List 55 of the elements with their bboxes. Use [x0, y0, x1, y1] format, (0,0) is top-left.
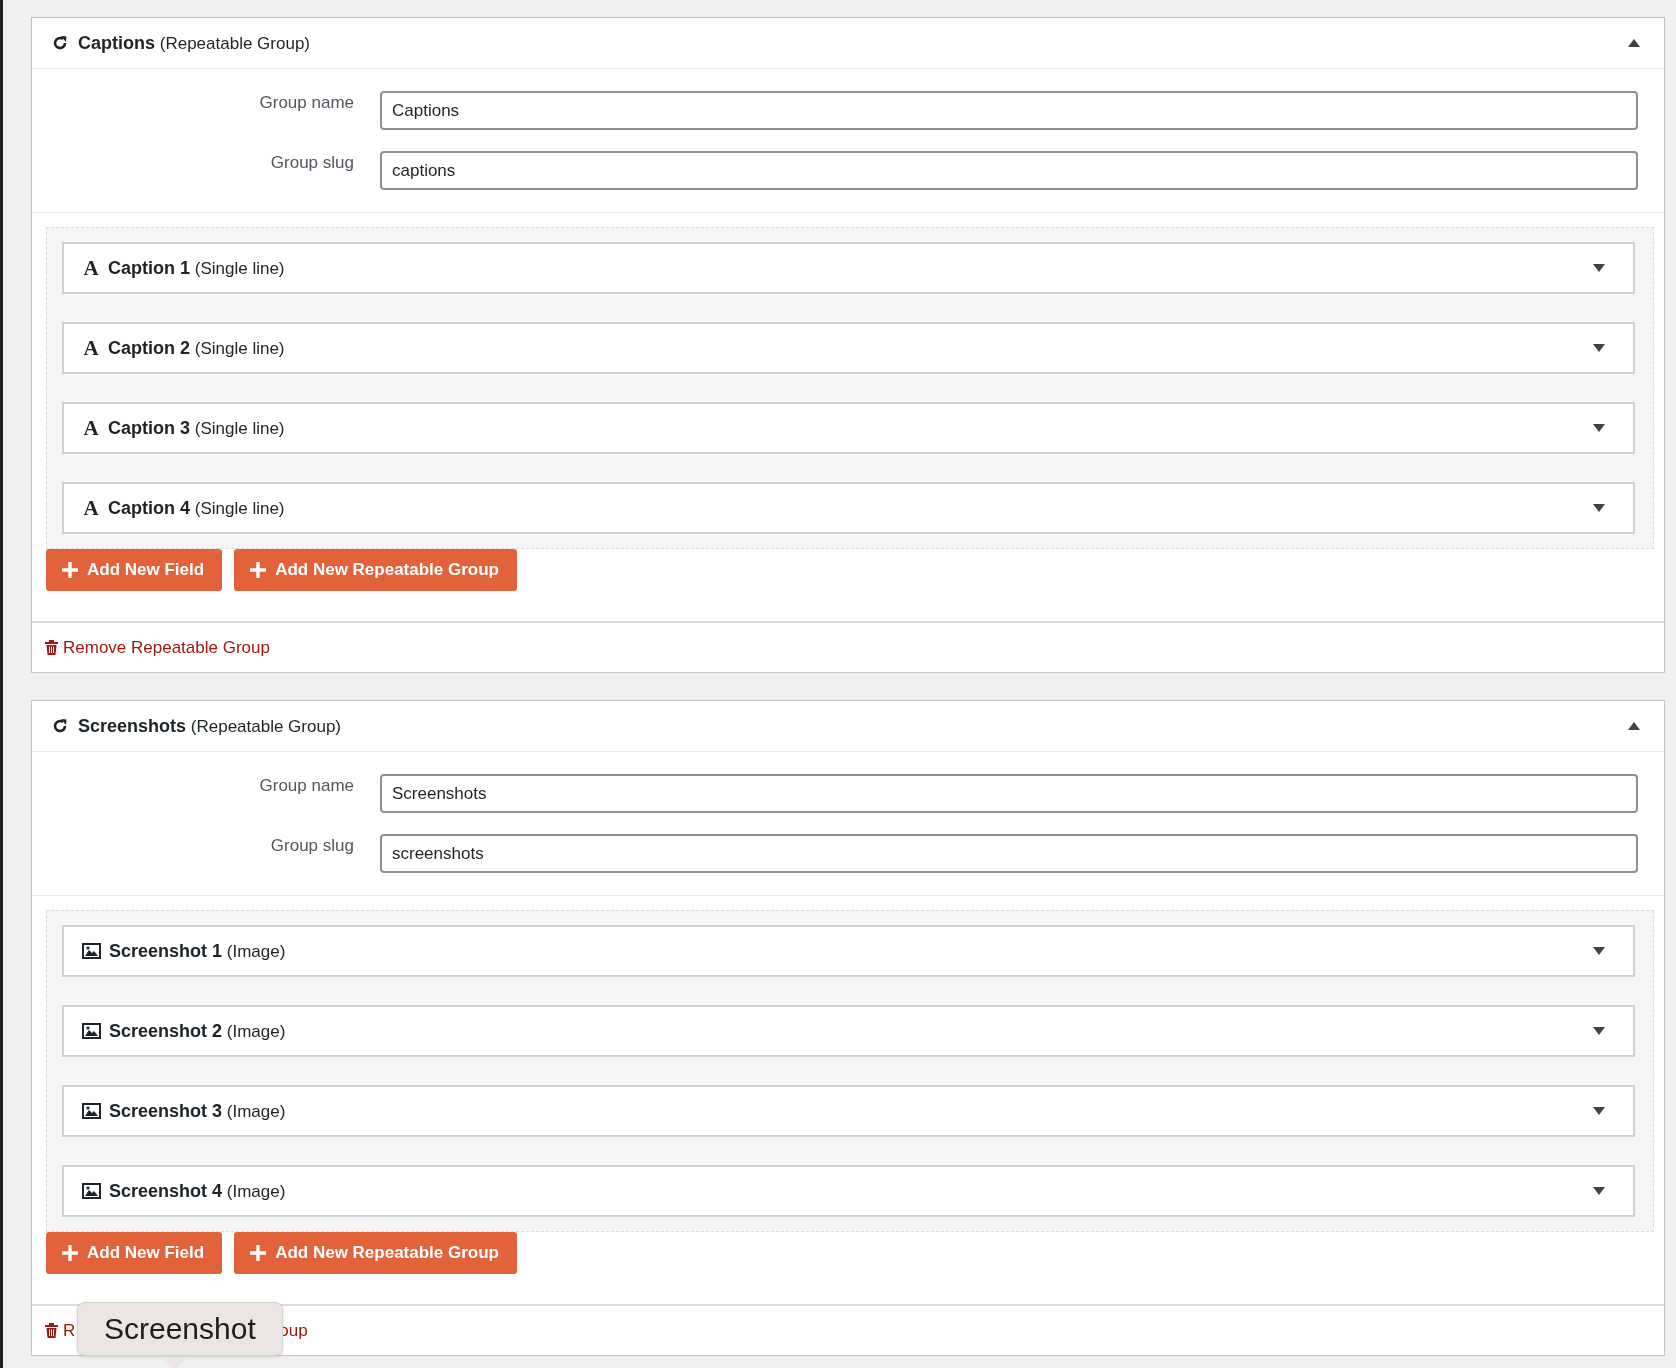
setting-label: Group name: [258, 92, 354, 113]
caret-up-icon[interactable]: [1628, 39, 1640, 47]
remove-group-link[interactable]: R: [63, 1320, 76, 1341]
trash-icon: [45, 640, 58, 655]
field-title: Caption 4 (Single line): [108, 497, 286, 519]
field-title: Caption 3 (Single line): [108, 417, 286, 439]
caret-down-icon[interactable]: [1593, 1107, 1605, 1115]
image-icon: [82, 1183, 101, 1199]
trash-icon: [45, 1323, 58, 1338]
tooltip: Screenshot: [77, 1302, 283, 1356]
field-row[interactable]: Screenshot 2 (Image): [62, 1005, 1635, 1057]
font-icon: A: [82, 415, 100, 441]
image-icon: [82, 1103, 101, 1119]
caret-down-icon[interactable]: [1593, 947, 1605, 955]
field-title: Caption 1 (Single line): [108, 257, 286, 279]
caret-down-icon[interactable]: [1593, 1187, 1605, 1195]
field-title: Screenshot 2 (Image): [109, 1020, 287, 1042]
plus-icon: [62, 562, 78, 578]
group-title: Captions (Repeatable Group): [78, 32, 311, 54]
caret-down-icon[interactable]: [1593, 344, 1605, 352]
setting-label: Group slug: [269, 835, 354, 856]
font-icon: A: [82, 495, 100, 521]
text-field[interactable]: screenshots: [380, 834, 1638, 873]
field-row[interactable]: Screenshot 3 (Image): [62, 1085, 1635, 1137]
font-icon: A: [82, 335, 100, 361]
field-title: Screenshot 4 (Image): [109, 1180, 287, 1202]
field-row[interactable]: A Caption 4 (Single line): [62, 482, 1635, 534]
image-icon: [82, 1023, 101, 1039]
caret-down-icon[interactable]: [1593, 1027, 1605, 1035]
setting-label: Group slug: [269, 152, 354, 173]
field-row[interactable]: Screenshot 4 (Image): [62, 1165, 1635, 1217]
plus-icon: [250, 562, 267, 578]
caret-up-icon[interactable]: [1628, 722, 1640, 730]
refresh-icon: [52, 35, 68, 51]
refresh-icon: [52, 718, 68, 734]
setting-label: Group name: [258, 775, 354, 796]
field-row[interactable]: A Caption 2 (Single line): [62, 322, 1635, 374]
image-icon: [82, 943, 101, 959]
group-title: Screenshots (Repeatable Group): [78, 715, 343, 737]
field-row[interactable]: Screenshot 1 (Image): [62, 925, 1635, 977]
field-title: Caption 2 (Single line): [108, 337, 286, 359]
text-field[interactable]: captions: [380, 151, 1638, 190]
text-field[interactable]: Captions: [380, 91, 1638, 130]
remove-group-link[interactable]: Remove Repeatable Group: [63, 637, 270, 658]
field-row[interactable]: A Caption 1 (Single line): [62, 242, 1635, 294]
field-row[interactable]: A Caption 3 (Single line): [62, 402, 1635, 454]
field-title: Screenshot 1 (Image): [109, 940, 287, 962]
field-title: Screenshot 3 (Image): [109, 1100, 287, 1122]
plus-icon: [62, 1245, 78, 1261]
caret-down-icon[interactable]: [1593, 264, 1605, 272]
caret-down-icon[interactable]: [1593, 424, 1605, 432]
plus-icon: [250, 1245, 267, 1261]
text-field[interactable]: Screenshots: [380, 774, 1638, 813]
caret-down-icon[interactable]: [1593, 504, 1605, 512]
font-icon: A: [82, 255, 100, 281]
